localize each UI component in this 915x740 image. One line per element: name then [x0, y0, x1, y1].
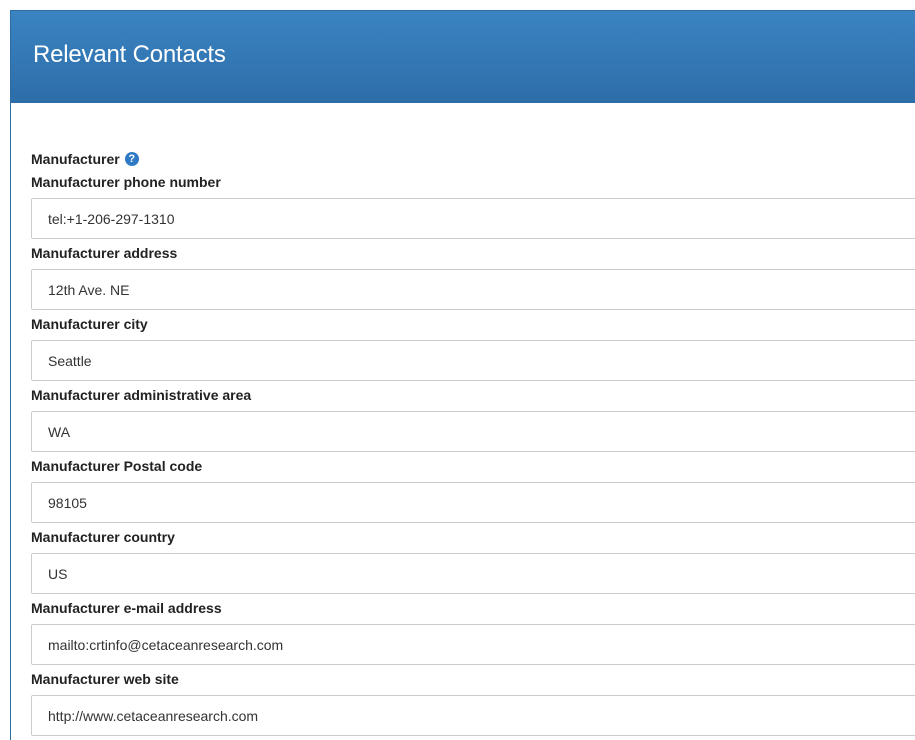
admin-area-label: Manufacturer administrative area [31, 387, 252, 403]
field-country: Manufacturer country [31, 526, 915, 597]
field-city: Manufacturer city [31, 313, 915, 384]
address-input[interactable] [31, 269, 915, 310]
country-label: Manufacturer country [31, 529, 175, 545]
group-label-text: Manufacturer [31, 151, 120, 167]
question-circle-icon[interactable]: ? [124, 152, 139, 166]
field-website: Manufacturer web site [31, 668, 915, 739]
field-postal-code: Manufacturer Postal code [31, 455, 915, 526]
field-address: Manufacturer address [31, 242, 915, 313]
group-label: Manufacturer ? [31, 149, 915, 169]
relevant-contacts-panel: Relevant Contacts Manufacturer ? Manufac… [10, 10, 915, 740]
country-input[interactable] [31, 553, 915, 594]
city-input[interactable] [31, 340, 915, 381]
email-label: Manufacturer e-mail address [31, 600, 222, 616]
postal-code-label: Manufacturer Postal code [31, 458, 203, 474]
admin-area-input[interactable] [31, 411, 915, 452]
phone-label: Manufacturer phone number [31, 174, 221, 190]
phone-input[interactable] [31, 198, 915, 239]
field-email: Manufacturer e-mail address [31, 597, 915, 668]
address-label: Manufacturer address [31, 245, 178, 261]
website-label: Manufacturer web site [31, 671, 179, 687]
postal-code-input[interactable] [31, 482, 915, 523]
city-label: Manufacturer city [31, 316, 148, 332]
panel-body: Manufacturer ? Manufacturer phone number… [11, 149, 915, 739]
website-input[interactable] [31, 695, 915, 736]
panel-heading: Relevant Contacts [11, 11, 915, 103]
email-input[interactable] [31, 624, 915, 665]
field-phone: Manufacturer phone number [31, 171, 915, 242]
field-admin-area: Manufacturer administrative area [31, 384, 915, 455]
panel-title: Relevant Contacts [33, 41, 226, 68]
